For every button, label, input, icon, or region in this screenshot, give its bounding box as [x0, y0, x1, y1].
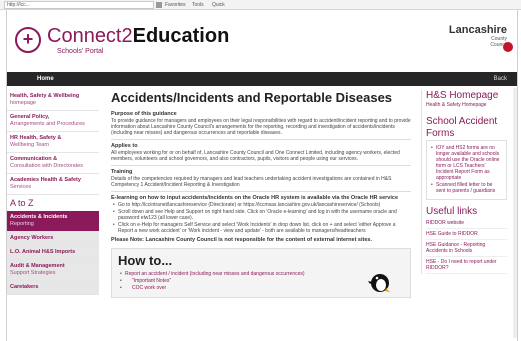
sidebar-item-sublabel: Consultation with Directorates	[10, 163, 84, 169]
sidebar-item-audit[interactable]: Audit & Management Support Strategies	[7, 260, 99, 281]
right-sidebar: H&S Homepage Health & Safety Homepage Sc…	[421, 90, 511, 274]
sidebar-item-agency-workers[interactable]: Agency Workers	[7, 232, 99, 246]
sidebar-item-academies[interactable]: Academies Health & Safety Services	[7, 174, 99, 195]
divider	[111, 165, 411, 166]
sidebar-item-label: Communication &	[10, 156, 58, 162]
site-title[interactable]: Connect2Education	[47, 25, 229, 47]
sidebar-item-communication[interactable]: Communication & Consultation with Direct…	[7, 153, 99, 174]
how-to-box: How to... Report an accident / incident …	[111, 248, 411, 298]
sidebar-a-to-z-heading: A to Z	[10, 198, 34, 208]
nav-home-link[interactable]: Home	[37, 72, 54, 86]
purpose-heading: Purpose of this guidance	[111, 111, 177, 117]
council-name: Lancashire	[448, 24, 507, 36]
important-notes-link[interactable]: "Important Notes"	[132, 278, 171, 284]
sidebar-item-label: HR Health, Safety &	[10, 135, 62, 141]
title-part-connect: Connect2	[47, 25, 133, 47]
sidebar-item-label: General Policy,	[10, 114, 50, 120]
council-logo[interactable]: Lancashire County Council	[447, 24, 513, 52]
penguin-icon	[368, 274, 390, 292]
site-header: + Connect2Education Schools' Portal Lanc…	[7, 10, 517, 68]
page-scrollbar[interactable]	[513, 88, 517, 338]
logo-plus-icon[interactable]: +	[15, 27, 41, 53]
useful-link-do-i-need-to-report[interactable]: HSE - Do I need to report under RIDDOR?	[426, 257, 507, 274]
sidebar-item-sublabel: Reporting	[10, 221, 34, 227]
how-to-heading: How to...	[118, 253, 173, 268]
purpose-text: To provide guidance for managers and emp…	[111, 118, 411, 136]
hs-homepage-link[interactable]: Health & Safety Homepage	[426, 102, 507, 108]
divider	[111, 191, 411, 192]
sidebar-item-animal-imports[interactable]: L.O. Animal H&S Imports	[7, 246, 99, 260]
sidebar-item-sublabel: Support Strategies	[10, 270, 56, 276]
sidebar-item-sublabel: Services	[10, 184, 32, 190]
page-title: Accidents/Incidents and Reportable Disea…	[111, 90, 393, 105]
useful-link-riddor-website[interactable]: RIDDOR website	[426, 218, 507, 229]
sidebar-item-general-policy[interactable]: General Policy, Arrangements and Procedu…	[7, 111, 99, 132]
sidebar-item-label: Caretakers	[10, 284, 39, 290]
list-item: Scroll down and see Help and Support on …	[111, 209, 411, 221]
list-item: IOY and HS2 forms are no longer availabl…	[430, 145, 503, 181]
sidebar-item-hr-team[interactable]: HR Health, Safety & Wellbeing Team	[7, 132, 99, 153]
training-heading: Training	[111, 169, 133, 175]
main-navbar: Home Back	[7, 72, 517, 86]
applies-heading: Applies to	[111, 143, 138, 149]
page-frame: + Connect2Education Schools' Portal Lanc…	[6, 10, 518, 341]
useful-links-heading: Useful links	[426, 206, 478, 217]
toolbar-tools[interactable]: Tools	[192, 1, 204, 9]
sidebar-item-sublabel: Wellbeing Team	[10, 142, 49, 148]
title-part-education: Education	[132, 25, 230, 47]
toolbar-favorites[interactable]: Favorites	[165, 1, 186, 9]
applies-text: All employees working for or on behalf o…	[111, 150, 400, 162]
hs-homepage-heading[interactable]: H&S Homepage	[426, 90, 507, 102]
red-rose-icon	[503, 42, 513, 52]
left-sidebar: Health, Safety & Wellbeing homepage Gene…	[7, 90, 99, 295]
sidebar-item-label: Accidents & Incidents	[10, 214, 68, 220]
sidebar-item-sublabel: homepage	[10, 100, 36, 106]
hs-homepage-box: H&S Homepage Health & Safety Homepage Sc…	[421, 90, 511, 274]
main-content: Accidents/Incidents and Reportable Disea…	[111, 90, 411, 298]
browser-toolbar: http://lcc... Favorites Tools Quick	[0, 0, 521, 10]
sidebar-item-sublabel: Arrangements and Procedures	[10, 121, 85, 127]
accident-forms-heading: School Accident Forms	[426, 116, 498, 139]
sidebar-item-label: Health, Safety & Wellbeing	[10, 93, 80, 99]
accident-forms-notice: IOY and HS2 forms are no longer availabl…	[426, 140, 507, 200]
address-bar[interactable]: http://lcc...	[4, 1, 154, 9]
council-line-3: Council	[490, 42, 507, 48]
training-text: Details of the competencies required by …	[111, 176, 392, 188]
list-item[interactable]: Scanned filled letter to be sent to pare…	[430, 182, 503, 194]
divider	[111, 139, 411, 140]
favorites-icon[interactable]	[156, 2, 162, 8]
sidebar-item-label: Academies Health & Safety	[10, 177, 81, 183]
disclaimer-note: Please Note: Lancashire County Council i…	[111, 237, 372, 243]
sidebar-item-label: L.O. Animal H&S Imports	[10, 249, 76, 255]
sidebar-item-label: Agency Workers	[10, 235, 54, 241]
sidebar-item-label: Audit & Management	[10, 263, 65, 269]
site-subtitle: Schools' Portal	[57, 48, 104, 55]
sidebar-item-accidents[interactable]: Accidents & Incidents Reporting	[7, 211, 99, 232]
list-item: Click on e-Help for managers Self Servic…	[111, 222, 411, 234]
sidebar-item-caretakers[interactable]: Caretakers	[7, 281, 99, 295]
work-over-link[interactable]: COC work over	[132, 285, 166, 291]
useful-link-hse-schools[interactable]: HSE Guidance - Reporting Accidents in Sc…	[426, 240, 507, 257]
useful-link-hse-guide[interactable]: HSE Guide to RIDDOR	[426, 229, 507, 240]
report-accident-link[interactable]: Report an accident / incident (including…	[125, 271, 305, 277]
elearning-steps: Go to http://lccintranet/lancashireservi…	[111, 202, 411, 234]
nav-back-link[interactable]: Back	[494, 72, 507, 86]
elearning-heading: E-learning on how to input accidents/inc…	[111, 195, 399, 201]
list-item[interactable]: Go to http://lccintranet/lancashireservi…	[111, 202, 411, 208]
toolbar-quick[interactable]: Quick	[212, 1, 225, 9]
sidebar-item-hsw-homepage[interactable]: Health, Safety & Wellbeing homepage	[7, 90, 99, 111]
